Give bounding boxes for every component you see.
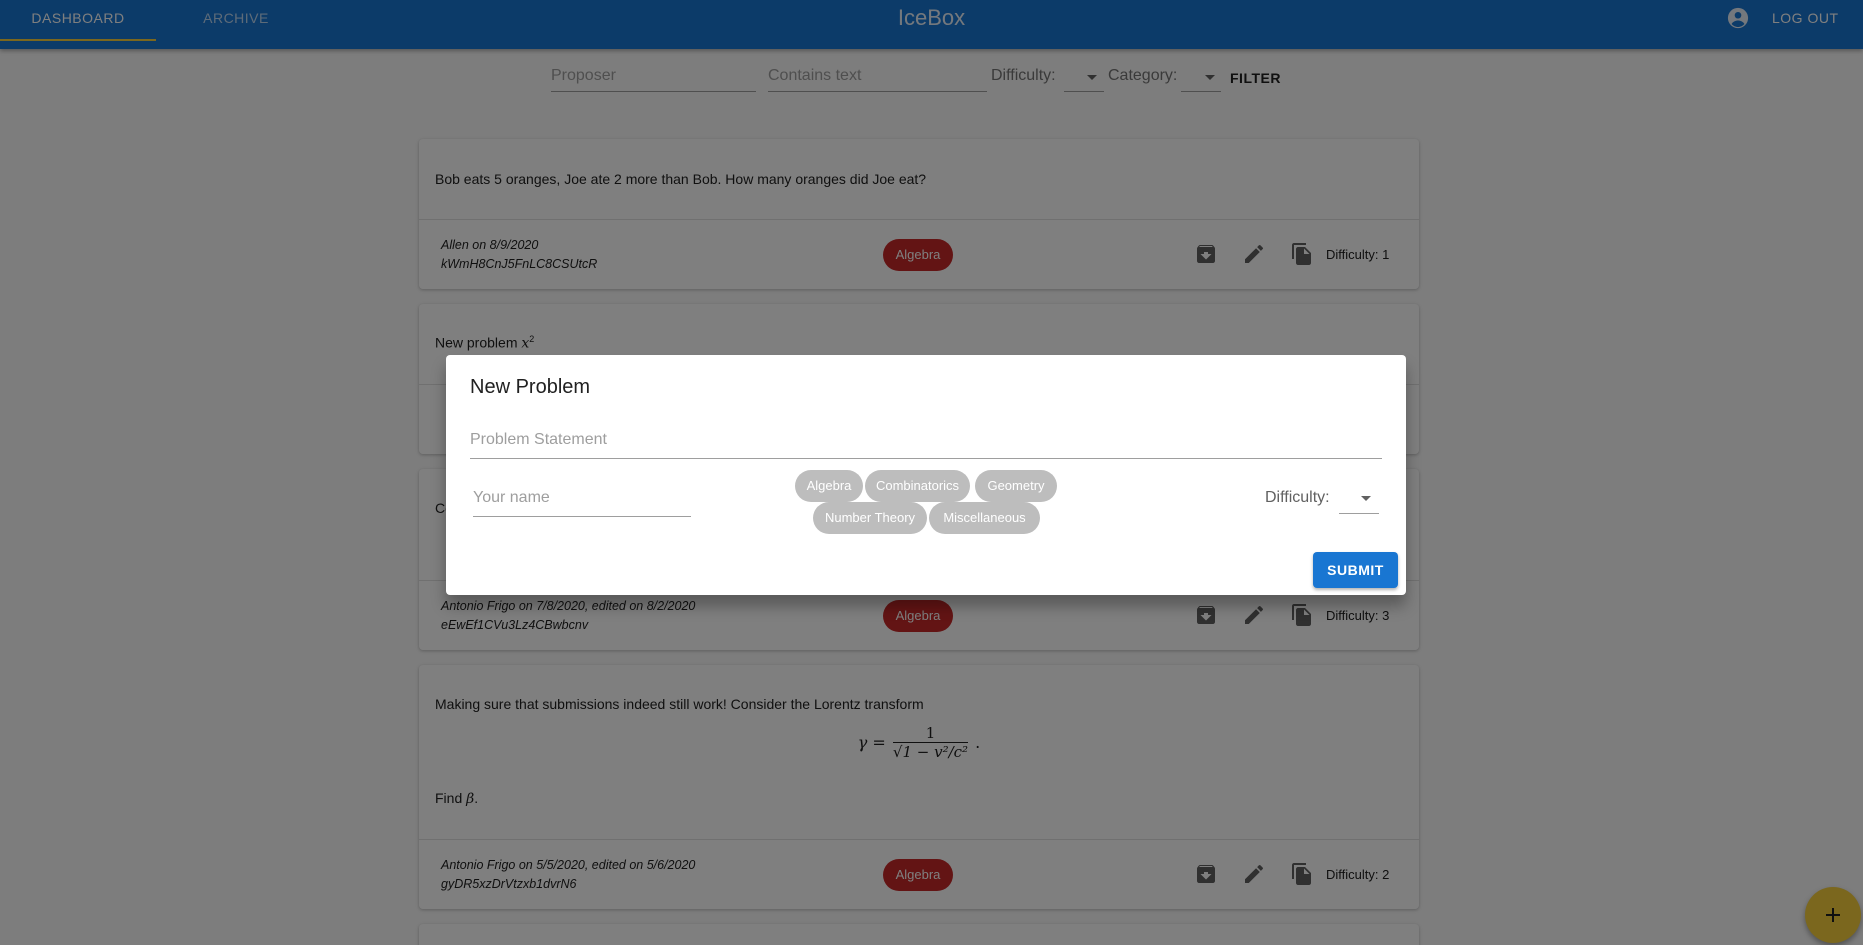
your-name-input[interactable]: Your name — [473, 489, 691, 517]
problem-statement-input[interactable]: Problem Statement — [470, 431, 1382, 459]
submit-button[interactable]: SUBMIT — [1313, 552, 1398, 588]
category-chip-algebra[interactable]: Algebra — [795, 470, 863, 502]
your-name-placeholder: Your name — [473, 489, 550, 506]
dialog-title: New Problem — [470, 376, 591, 398]
category-chip-combinatorics[interactable]: Combinatorics — [865, 470, 970, 502]
new-problem-dialog: New Problem Problem Statement Your name … — [446, 355, 1406, 595]
category-chip-number-theory[interactable]: Number Theory — [813, 502, 927, 534]
problem-statement-placeholder: Problem Statement — [470, 431, 607, 448]
chevron-down-icon — [1361, 496, 1371, 501]
dialog-difficulty-label: Difficulty: — [1265, 489, 1330, 506]
category-chip-geometry[interactable]: Geometry — [975, 470, 1057, 502]
category-chip-miscellaneous[interactable]: Miscellaneous — [929, 502, 1040, 534]
dialog-difficulty-select[interactable] — [1339, 484, 1379, 514]
